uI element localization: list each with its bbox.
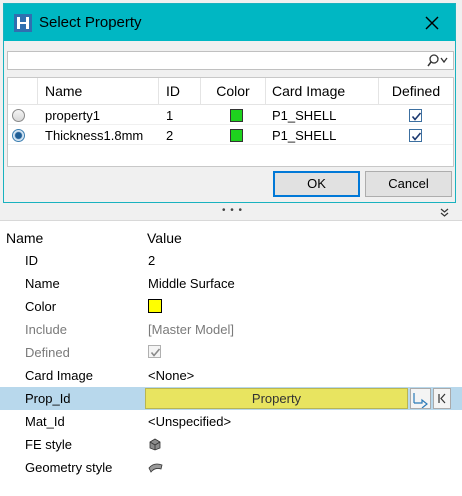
panel-splitter[interactable]: • • • xyxy=(0,205,462,219)
editor-row-card-image[interactable]: Card Image <None> xyxy=(0,364,462,387)
chevron-double-down-icon[interactable] xyxy=(440,208,449,217)
row-label: Color xyxy=(25,299,57,314)
row-label: Geometry style xyxy=(25,460,113,475)
row-id: 2 xyxy=(166,128,174,143)
app-logo-icon xyxy=(14,14,32,32)
row-radio[interactable] xyxy=(12,109,25,122)
cube-shaded-icon[interactable] xyxy=(148,438,162,451)
row-label: Name xyxy=(25,276,60,291)
editor-row-name[interactable]: Name Middle Surface xyxy=(0,272,462,295)
clear-selection-icon[interactable] xyxy=(433,388,451,409)
color-swatch[interactable] xyxy=(148,299,162,313)
column-header-name[interactable]: Name xyxy=(38,78,159,105)
row-card-image: P1_SHELL xyxy=(272,108,337,123)
row-defined-checkbox[interactable] xyxy=(409,109,422,122)
splitter-grip[interactable]: • • • xyxy=(222,205,243,216)
screen: Select Property Name ID Color Card Image… xyxy=(0,0,462,496)
select-entity-icon[interactable] xyxy=(410,388,431,409)
surface-shaded-icon[interactable] xyxy=(148,462,164,473)
column-header-id[interactable]: ID xyxy=(159,78,201,105)
row-name: property1 xyxy=(45,108,100,123)
row-label: Prop_Id xyxy=(25,391,71,406)
row-label: Defined xyxy=(25,345,70,360)
dialog-title: Select Property xyxy=(39,14,142,31)
row-label: Card Image xyxy=(25,368,93,383)
search-icon[interactable] xyxy=(427,53,449,68)
row-label: FE style xyxy=(25,437,72,452)
row-id: 1 xyxy=(166,108,174,123)
column-header-card-image[interactable]: Card Image xyxy=(266,78,379,105)
row-value: [Master Model] xyxy=(148,322,234,337)
table-row[interactable]: property1 1 P1_SHELL xyxy=(8,106,453,125)
row-value[interactable]: Middle Surface xyxy=(148,276,235,291)
entity-editor-panel: Name Value ID 2 Name Middle Surface Colo… xyxy=(0,220,462,496)
dialog-titlebar[interactable]: Select Property xyxy=(4,4,455,41)
row-label: Mat_Id xyxy=(25,414,65,429)
column-header-name: Name xyxy=(6,230,44,246)
editor-row-prop-id[interactable]: Prop_Id Property xyxy=(0,387,462,410)
row-value[interactable]: <None> xyxy=(148,368,194,383)
ok-button[interactable]: OK xyxy=(273,171,360,197)
row-label: ID xyxy=(25,253,38,268)
table-header: Name ID Color Card Image Defined xyxy=(8,78,453,105)
table-row[interactable]: Thickness1.8mm 2 P1_SHELL xyxy=(8,126,453,145)
row-defined-checkbox[interactable] xyxy=(409,129,422,142)
row-color-swatch xyxy=(230,109,243,122)
property-table: Name ID Color Card Image Defined propert… xyxy=(7,77,454,167)
cancel-button[interactable]: Cancel xyxy=(365,171,452,197)
column-header-value: Value xyxy=(147,230,182,246)
column-header-color[interactable]: Color xyxy=(201,78,266,105)
property-selector-field[interactable]: Property xyxy=(145,388,408,409)
editor-row-color[interactable]: Color xyxy=(0,295,462,318)
editor-row-include: Include [Master Model] xyxy=(0,318,462,341)
row-radio[interactable] xyxy=(12,129,25,142)
column-header-select xyxy=(8,78,38,105)
select-property-dialog: Select Property Name ID Color Card Image… xyxy=(3,3,456,203)
row-name: Thickness1.8mm xyxy=(45,128,144,143)
close-icon[interactable] xyxy=(420,11,444,35)
search-input[interactable] xyxy=(7,51,454,70)
row-value[interactable]: <Unspecified> xyxy=(148,414,231,429)
editor-row-defined: Defined xyxy=(0,341,462,364)
row-value[interactable]: 2 xyxy=(148,253,155,268)
row-label: Include xyxy=(25,322,67,337)
editor-row-geometry-style[interactable]: Geometry style xyxy=(0,456,462,479)
column-header-defined[interactable]: Defined xyxy=(379,78,453,105)
row-card-image: P1_SHELL xyxy=(272,128,337,143)
editor-row-fe-style[interactable]: FE style xyxy=(0,433,462,456)
defined-checkbox xyxy=(148,345,161,358)
row-color-swatch xyxy=(230,129,243,142)
editor-row-mat-id[interactable]: Mat_Id <Unspecified> xyxy=(0,410,462,433)
editor-row-id[interactable]: ID 2 xyxy=(0,249,462,272)
